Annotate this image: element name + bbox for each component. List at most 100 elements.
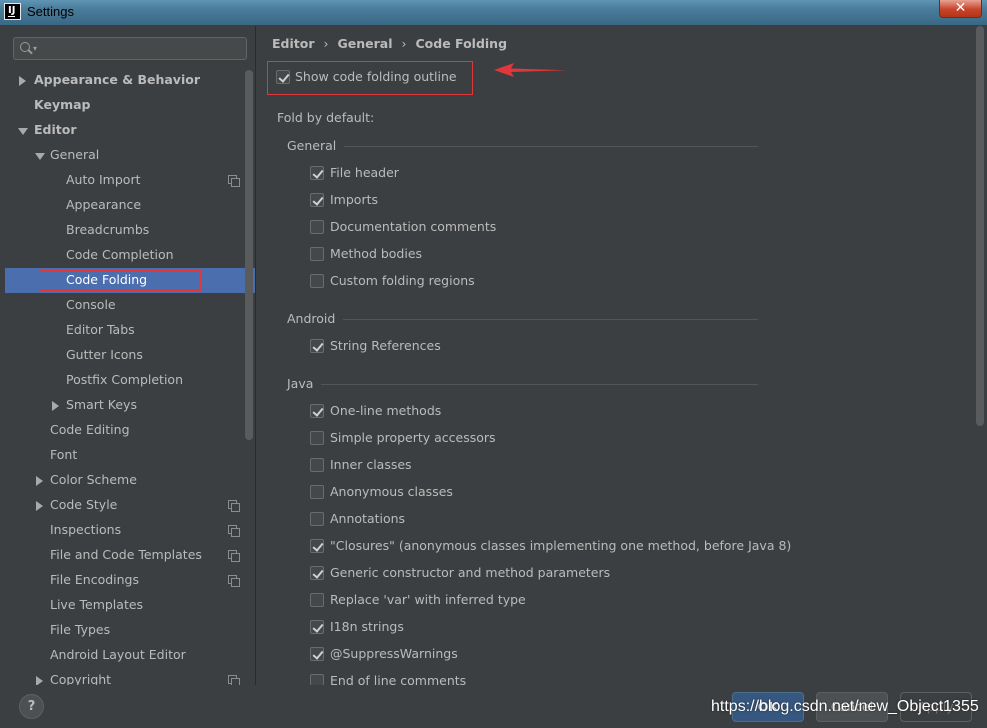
checkbox-label[interactable]: File header bbox=[330, 165, 399, 180]
show-outline-label[interactable]: Show code folding outline bbox=[295, 69, 457, 84]
breadcrumb-general[interactable]: General bbox=[338, 36, 393, 51]
checkbox[interactable] bbox=[310, 647, 324, 661]
checkbox-label[interactable]: One-line methods bbox=[330, 403, 441, 418]
sidebar-scrollbar[interactable] bbox=[245, 70, 253, 440]
group-title-java: Java bbox=[287, 376, 314, 391]
sidebar-item-label: Auto Import bbox=[66, 172, 141, 187]
sidebar-item-label: Code Completion bbox=[66, 247, 174, 262]
sidebar-item-code-completion[interactable]: Code Completion bbox=[5, 243, 255, 268]
checkbox[interactable] bbox=[310, 274, 324, 288]
sidebar-item-inspections[interactable]: Inspections bbox=[5, 518, 255, 543]
sidebar-item-appearance[interactable]: Appearance bbox=[5, 193, 255, 218]
checkbox[interactable] bbox=[310, 166, 324, 180]
sidebar-item-label: Code Editing bbox=[50, 422, 130, 437]
checkbox[interactable] bbox=[310, 247, 324, 261]
collapsed-arrow-icon[interactable] bbox=[52, 401, 59, 411]
settings-search-input[interactable]: ▾ bbox=[13, 37, 247, 60]
checkbox-label[interactable]: String References bbox=[330, 338, 441, 353]
close-icon[interactable]: ✕ bbox=[940, 0, 981, 16]
sidebar-item-label: Smart Keys bbox=[66, 397, 137, 412]
sidebar-item-copyright[interactable]: Copyright bbox=[5, 668, 255, 685]
checkbox[interactable] bbox=[310, 193, 324, 207]
checkbox-label[interactable]: End of line comments bbox=[330, 673, 466, 685]
sidebar-item-auto-import[interactable]: Auto Import bbox=[5, 168, 255, 193]
checkbox[interactable] bbox=[310, 620, 324, 634]
checkbox-label[interactable]: Inner classes bbox=[330, 457, 412, 472]
close-window-button[interactable]: ✕ bbox=[939, 0, 982, 18]
collapsed-arrow-icon[interactable] bbox=[36, 476, 43, 486]
sidebar-item-appearance-behavior[interactable]: Appearance & Behavior bbox=[5, 68, 255, 93]
project-settings-icon bbox=[228, 525, 240, 537]
sidebar-item-code-editing[interactable]: Code Editing bbox=[5, 418, 255, 443]
checkbox[interactable] bbox=[310, 539, 324, 553]
checkbox[interactable] bbox=[310, 220, 324, 234]
sidebar-item-label: Postfix Completion bbox=[66, 372, 183, 387]
group-separator bbox=[321, 384, 758, 385]
sidebar-item-label: Appearance bbox=[66, 197, 142, 212]
checkbox[interactable] bbox=[310, 485, 324, 499]
breadcrumb: Editor › General › Code Folding bbox=[272, 36, 507, 51]
checkbox[interactable] bbox=[310, 458, 324, 472]
checkbox[interactable] bbox=[310, 339, 324, 353]
sidebar-item-label: File and Code Templates bbox=[50, 547, 202, 562]
sidebar-item-label: File Encodings bbox=[50, 572, 140, 587]
sidebar-item-smart-keys[interactable]: Smart Keys bbox=[5, 393, 255, 418]
breadcrumb-editor[interactable]: Editor bbox=[272, 36, 315, 51]
checkbox[interactable] bbox=[310, 431, 324, 445]
dialog-button-bar: ? OK Cancel Apply https://blog.csdn.net/… bbox=[0, 685, 987, 728]
sidebar-item-editor[interactable]: Editor bbox=[5, 118, 255, 143]
sidebar-item-label: Live Templates bbox=[50, 597, 144, 612]
sidebar-item-general[interactable]: General bbox=[5, 143, 255, 168]
sidebar-item-editor-tabs[interactable]: Editor Tabs bbox=[5, 318, 255, 343]
checkbox[interactable] bbox=[310, 404, 324, 418]
expanded-arrow-icon[interactable] bbox=[18, 128, 28, 135]
sidebar-item-file-types[interactable]: File Types bbox=[5, 618, 255, 643]
search-history-chevron-icon[interactable]: ▾ bbox=[33, 44, 37, 53]
project-settings-icon bbox=[228, 175, 240, 187]
help-button[interactable]: ? bbox=[19, 694, 44, 719]
sidebar-item-live-templates[interactable]: Live Templates bbox=[5, 593, 255, 618]
checkbox-label[interactable]: Generic constructor and method parameter… bbox=[330, 565, 610, 580]
sidebar-item-file-and-code-templates[interactable]: File and Code Templates bbox=[5, 543, 255, 568]
sidebar-item-color-scheme[interactable]: Color Scheme bbox=[5, 468, 255, 493]
expanded-arrow-icon[interactable] bbox=[35, 153, 45, 160]
checkbox-label[interactable]: Anonymous classes bbox=[330, 484, 453, 499]
collapsed-arrow-icon[interactable] bbox=[36, 501, 43, 511]
checkbox-label[interactable]: I18n strings bbox=[330, 619, 404, 634]
checkbox[interactable] bbox=[310, 512, 324, 526]
sidebar-item-label: Color Scheme bbox=[50, 472, 137, 487]
sidebar-item-keymap[interactable]: Keymap bbox=[5, 93, 255, 118]
sidebar-item-font[interactable]: Font bbox=[5, 443, 255, 468]
sidebar-item-label: Appearance & Behavior bbox=[34, 72, 200, 87]
group-separator bbox=[343, 319, 758, 320]
content-scrollbar[interactable] bbox=[976, 26, 984, 426]
sidebar-item-android-layout-editor[interactable]: Android Layout Editor bbox=[5, 643, 255, 668]
checkbox-label[interactable]: Method bodies bbox=[330, 246, 422, 261]
collapsed-arrow-icon[interactable] bbox=[36, 676, 43, 685]
checkbox-label[interactable]: Custom folding regions bbox=[330, 273, 475, 288]
settings-sidebar: ▾ Appearance & Behavior Keymap Editor Gener… bbox=[5, 26, 255, 685]
sidebar-item-code-folding[interactable]: Code Folding bbox=[5, 268, 255, 293]
checkbox-label[interactable]: @SuppressWarnings bbox=[330, 646, 458, 661]
sidebar-item-file-encodings[interactable]: File Encodings bbox=[5, 568, 255, 593]
show-outline-checkbox[interactable] bbox=[276, 70, 290, 84]
sidebar-item-gutter-icons[interactable]: Gutter Icons bbox=[5, 343, 255, 368]
checkbox[interactable] bbox=[310, 674, 324, 685]
checkbox[interactable] bbox=[310, 566, 324, 580]
sidebar-item-console[interactable]: Console bbox=[5, 293, 255, 318]
checkbox-label[interactable]: Documentation comments bbox=[330, 219, 496, 234]
sidebar-item-label: Gutter Icons bbox=[66, 347, 143, 362]
collapsed-arrow-icon[interactable] bbox=[19, 76, 26, 86]
sidebar-item-code-style[interactable]: Code Style bbox=[5, 493, 255, 518]
sidebar-item-label: Console bbox=[66, 297, 116, 312]
checkbox[interactable] bbox=[310, 593, 324, 607]
sidebar-item-label: Keymap bbox=[34, 97, 91, 112]
checkbox-label[interactable]: "Closures" (anonymous classes implementi… bbox=[330, 538, 791, 553]
sidebar-item-postfix-completion[interactable]: Postfix Completion bbox=[5, 368, 255, 393]
sidebar-item-label: Inspections bbox=[50, 522, 122, 537]
checkbox-label[interactable]: Annotations bbox=[330, 511, 405, 526]
checkbox-label[interactable]: Imports bbox=[330, 192, 378, 207]
checkbox-label[interactable]: Simple property accessors bbox=[330, 430, 496, 445]
sidebar-item-breadcrumbs[interactable]: Breadcrumbs bbox=[5, 218, 255, 243]
checkbox-label[interactable]: Replace 'var' with inferred type bbox=[330, 592, 526, 607]
